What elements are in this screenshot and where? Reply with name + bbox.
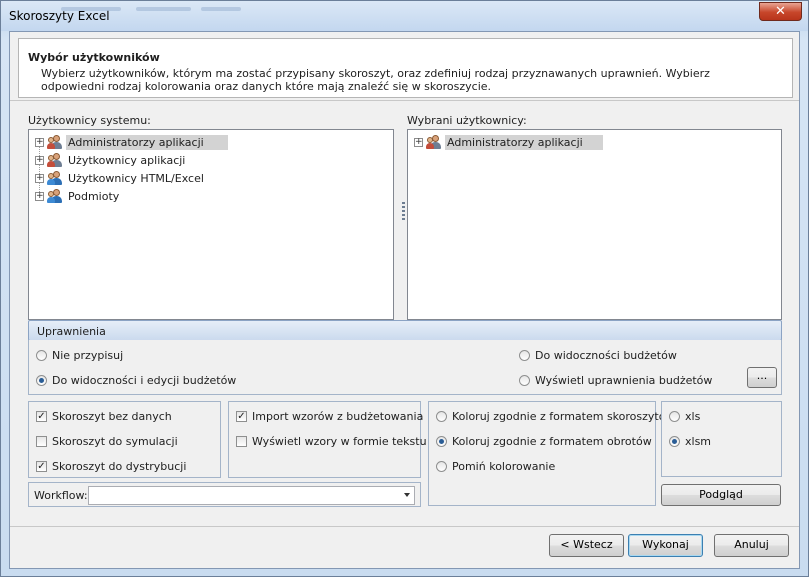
checkbox-label: Wyświetl wzory w formie tekstu [252,435,427,448]
checkbox-no-data[interactable]: ✓ Skoroszyt bez danych [36,410,172,423]
radio-label: xlsm [685,435,712,448]
checkbox-label: Skoroszyt do dystrybucji [52,460,187,473]
checkbox-label: Skoroszyt do symulacji [52,435,178,448]
title-bar[interactable]: Skoroszyty Excel ✕ [1,1,808,31]
dialog-client-area: Wybór użytkowników Wybierz użytkowników,… [9,31,800,569]
radio-label: Do widoczności i edycji budżetów [52,374,237,387]
checkbox-indicator [36,436,47,447]
expand-icon[interactable]: + [35,173,44,183]
radio-color-turnover-format[interactable]: Koloruj zgodnie z formatem obrotów [436,435,652,448]
radio-label: Nie przypisuj [52,349,124,362]
user-group-icon [47,153,63,167]
divider [10,526,799,527]
checkbox-distribution[interactable]: ✓ Skoroszyt do dystrybucji [36,460,186,473]
expand-icon[interactable]: + [35,155,44,165]
checkbox-indicator: ✓ [36,411,47,422]
tree-item-label: Administratorzy aplikacji [445,134,603,150]
tree-item-entities[interactable]: + Podmioty [35,188,121,204]
dialog-window: Skoroszyty Excel ✕ Wybór użytkowników Wy… [0,0,809,577]
workflow-select[interactable] [88,486,415,505]
close-button[interactable]: ✕ [759,2,802,21]
radio-label: Do widoczności budżetów [535,349,677,362]
back-button[interactable]: < Wstecz [549,534,624,557]
page-title: Wybór użytkowników [28,51,160,64]
permissions-group-header: Uprawnienia [28,320,782,341]
radio-indicator [669,411,680,422]
radio-indicator [669,436,680,447]
file-format-panel: xls xlsm [661,401,782,477]
execute-button[interactable]: Wykonaj [628,534,703,557]
checkbox-indicator [236,436,247,447]
page-description: Wybierz użytkowników, którym ma zostać p… [41,67,710,93]
user-group-icon [426,135,442,149]
radio-label: Wyświetl uprawnienia budżetów [535,374,713,387]
tree-item-label: Użytkownicy HTML/Excel [68,171,204,185]
tree-item-label: Podmioty [68,189,120,203]
preview-button[interactable]: Podgląd [661,484,781,506]
tree-item-app-users[interactable]: + Użytkownicy aplikacji [35,152,187,168]
tree-item-administrators[interactable]: + Administratorzy aplikacji [414,134,603,150]
checkbox-label: Import wzorów z budżetowania [252,410,424,423]
checkbox-label: Skoroszyt bez danych [52,410,172,423]
radio-label: xls [685,410,701,423]
radio-indicator [519,375,530,386]
radio-indicator [436,461,447,472]
cancel-button[interactable]: Anuluj [714,534,789,557]
permissions-header-label: Uprawnienia [37,325,106,338]
splitter-handle[interactable] [402,202,405,222]
checkbox-formulas-as-text[interactable]: Wyświetl wzory w formie tekstu [236,435,427,448]
checkbox-indicator: ✓ [236,411,247,422]
import-options-panel: ✓ Import wzorów z budżetowania Wyświetl … [228,401,427,478]
radio-color-workbook-format[interactable]: Koloruj zgodnie z formatem skoroszytów [436,410,674,423]
radio-no-assign[interactable]: Nie przypisuj [36,349,123,362]
background-ghost [136,7,191,11]
workbook-type-panel: ✓ Skoroszyt bez danych Skoroszyt do symu… [28,401,221,478]
background-ghost [201,7,241,11]
radio-indicator [436,436,447,447]
wizard-header: Wybór użytkowników Wybierz użytkowników,… [18,38,793,98]
radio-indicator [436,411,447,422]
radio-label: Koloruj zgodnie z formatem obrotów [452,435,652,448]
tree-item-label: Użytkownicy aplikacji [68,153,186,167]
user-group-icon [47,171,63,185]
window-title: Skoroszyty Excel [9,9,110,23]
radio-indicator [36,375,47,386]
checkbox-import-formulas[interactable]: ✓ Import wzorów z budżetowania [236,410,423,423]
radio-xls[interactable]: xls [669,410,700,423]
chevron-down-icon[interactable] [404,493,410,497]
tree-item-label: Administratorzy aplikacji [66,134,228,150]
expand-icon[interactable]: + [35,137,44,147]
system-users-tree[interactable]: + Administratorzy aplikacji + Użytkownic… [28,129,394,320]
radio-visibility[interactable]: Do widoczności budżetów [519,349,677,362]
radio-indicator [519,350,530,361]
permissions-group: Nie przypisuj Do widoczności i edycji bu… [28,340,782,395]
radio-skip-coloring[interactable]: Pomiń kolorowanie [436,460,555,473]
tree-item-administrators[interactable]: + Administratorzy aplikacji [35,134,228,150]
radio-label: Koloruj zgodnie z formatem skoroszytów [452,410,675,423]
selected-users-label: Wybrani użytkownicy: [407,114,527,127]
coloring-panel: Koloruj zgodnie z formatem skoroszytów K… [428,401,674,506]
workflow-label: Workflow: [34,489,88,502]
radio-indicator [36,350,47,361]
tree-item-html-excel-users[interactable]: + Użytkownicy HTML/Excel [35,170,206,186]
user-group-icon [47,135,63,149]
background-ghost [61,7,121,11]
selected-users-tree[interactable]: + Administratorzy aplikacji [407,129,782,320]
radio-label: Pomiń kolorowanie [452,460,556,473]
divider [10,100,799,101]
radio-visibility-edit[interactable]: Do widoczności i edycji budżetów [36,374,236,387]
permissions-browse-button[interactable]: ... [747,367,777,388]
expand-icon[interactable]: + [35,191,44,201]
expand-icon[interactable]: + [414,137,423,147]
entities-icon [47,189,63,203]
checkbox-simulation[interactable]: Skoroszyt do symulacji [36,435,178,448]
system-users-label: Użytkownicy systemu: [28,114,151,127]
checkbox-indicator: ✓ [36,461,47,472]
radio-xlsm[interactable]: xlsm [669,435,711,448]
radio-show-permissions[interactable]: Wyświetl uprawnienia budżetów [519,374,712,387]
